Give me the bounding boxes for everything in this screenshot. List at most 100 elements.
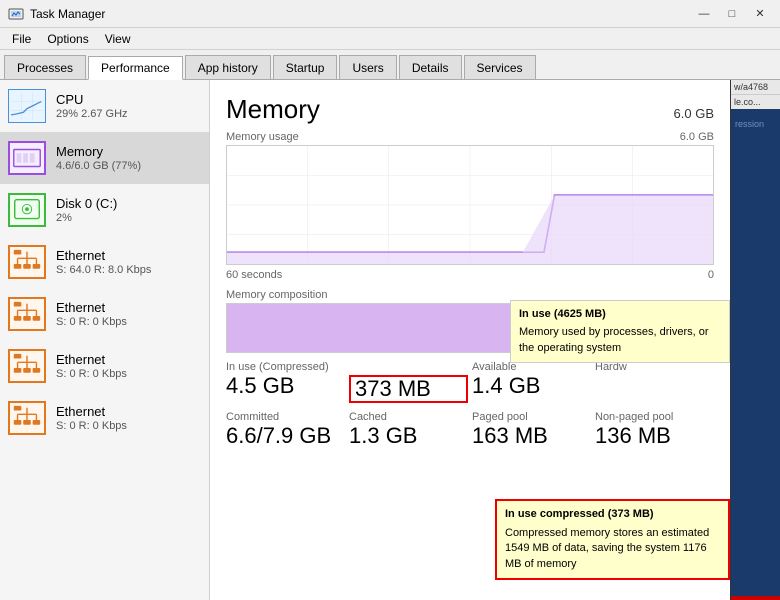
disk-sub: 2%: [56, 212, 201, 224]
red-accent: [731, 596, 780, 600]
sidebar-item-ethernet-2[interactable]: Ethernet S: 0 R: 0 Kbps: [0, 288, 209, 340]
stat-hardware: Hardw: [595, 361, 714, 403]
ethernet-4-name: Ethernet: [56, 404, 201, 419]
stat-paged-pool: Paged pool 163 MB: [472, 411, 591, 447]
in-use-value: 4.5 GB: [226, 375, 345, 397]
menu-options[interactable]: Options: [39, 30, 96, 48]
tooltip-compressed: In use compressed (373 MB) Compressed me…: [495, 499, 730, 580]
cpu-icon: [8, 89, 46, 123]
non-paged-pool-value: 136 MB: [595, 425, 714, 447]
browser-url-1: w/a4768: [731, 80, 780, 94]
committed-label: Committed: [226, 411, 345, 423]
compressed-label: [349, 361, 468, 373]
close-button[interactable]: ✕: [748, 5, 772, 23]
memory-icon: [8, 141, 46, 175]
sidebar-item-ethernet-4[interactable]: Ethernet S: 0 R: 0 Kbps: [0, 392, 209, 444]
ethernet-3-text: Ethernet S: 0 R: 0 Kbps: [56, 352, 201, 380]
tab-services[interactable]: Services: [464, 55, 536, 79]
ethernet-3-name: Ethernet: [56, 352, 201, 367]
non-paged-pool-label: Non-paged pool: [595, 411, 714, 423]
stat-available: Available 1.4 GB: [472, 361, 591, 403]
disk-name: Disk 0 (C:): [56, 196, 201, 211]
ethernet-3-icon: [8, 349, 46, 383]
disk-text: Disk 0 (C:) 2%: [56, 196, 201, 224]
content-header: Memory 6.0 GB: [226, 94, 714, 125]
sidebar: CPU 29% 2.67 GHz Memory 4.6/6.0 GB (77%): [0, 80, 210, 600]
sidebar-item-ethernet-1[interactable]: Ethernet S: 64.0 R: 8.0 Kbps: [0, 236, 209, 288]
stat-compressed: 373 MB: [349, 361, 468, 403]
chart-time-row: 60 seconds 0: [226, 269, 714, 281]
app-icon: [8, 6, 24, 22]
ethernet-1-name: Ethernet: [56, 248, 201, 263]
usage-chart-max: 6.0 GB: [680, 131, 714, 143]
tooltip-2-title: In use compressed (373 MB): [505, 507, 720, 522]
tooltip-in-use: In use (4625 MB) Memory used by processe…: [510, 300, 730, 363]
window-controls: — □ ✕: [692, 5, 772, 23]
browser-panel: w/a4768 le.co... ression: [730, 80, 780, 600]
in-use-label: In use (Compressed): [226, 361, 345, 373]
ethernet-2-text: Ethernet S: 0 R: 0 Kbps: [56, 300, 201, 328]
sidebar-item-ethernet-3[interactable]: Ethernet S: 0 R: 0 Kbps: [0, 340, 209, 392]
tab-app-history[interactable]: App history: [185, 55, 271, 79]
stat-non-paged-pool: Non-paged pool 136 MB: [595, 411, 714, 447]
paged-pool-value: 163 MB: [472, 425, 591, 447]
ethernet-1-sub: S: 64.0 R: 8.0 Kbps: [56, 264, 201, 276]
paged-pool-label: Paged pool: [472, 411, 591, 423]
stats-grid: In use (Compressed) 4.5 GB 373 MB Availa…: [226, 361, 714, 447]
tab-startup[interactable]: Startup: [273, 55, 338, 79]
memory-text: Memory 4.6/6.0 GB (77%): [56, 144, 201, 172]
ethernet-4-icon: [8, 401, 46, 435]
ethernet-4-sub: S: 0 R: 0 Kbps: [56, 420, 201, 432]
cpu-name: CPU: [56, 92, 201, 107]
ethernet-4-text: Ethernet S: 0 R: 0 Kbps: [56, 404, 201, 432]
available-value: 1.4 GB: [472, 375, 591, 397]
tooltip-2-body: Compressed memory stores an estimated 15…: [505, 526, 720, 572]
sidebar-item-cpu[interactable]: CPU 29% 2.67 GHz: [0, 80, 209, 132]
tab-performance[interactable]: Performance: [88, 56, 183, 80]
ethernet-1-text: Ethernet S: 64.0 R: 8.0 Kbps: [56, 248, 201, 276]
cpu-text: CPU 29% 2.67 GHz: [56, 92, 201, 120]
tab-processes[interactable]: Processes: [4, 55, 86, 79]
menu-file[interactable]: File: [4, 30, 39, 48]
stat-committed: Committed 6.6/7.9 GB: [226, 411, 345, 447]
cached-value: 1.3 GB: [349, 425, 468, 447]
content-area: Memory 6.0 GB Memory usage 6.0 GB: [210, 80, 730, 600]
ethernet-3-sub: S: 0 R: 0 Kbps: [56, 368, 201, 380]
time-end: 0: [708, 269, 714, 281]
memory-sub: 4.6/6.0 GB (77%): [56, 160, 201, 172]
ethernet-2-sub: S: 0 R: 0 Kbps: [56, 316, 201, 328]
total-ram: 6.0 GB: [674, 106, 714, 121]
tooltip-1-title: In use (4625 MB): [519, 307, 721, 322]
cached-label: Cached: [349, 411, 468, 423]
window-title: Task Manager: [30, 7, 692, 21]
ethernet-2-icon: [8, 297, 46, 331]
tab-users[interactable]: Users: [339, 55, 396, 79]
stat-in-use: In use (Compressed) 4.5 GB: [226, 361, 345, 403]
usage-chart-label-row: Memory usage 6.0 GB: [226, 131, 714, 143]
page-title: Memory: [226, 94, 320, 125]
memory-name: Memory: [56, 144, 201, 159]
tab-bar: Processes Performance App history Startu…: [0, 50, 780, 80]
sidebar-item-memory[interactable]: Memory 4.6/6.0 GB (77%): [0, 132, 209, 184]
ethernet-1-icon: [8, 245, 46, 279]
time-start: 60 seconds: [226, 269, 282, 281]
main-container: CPU 29% 2.67 GHz Memory 4.6/6.0 GB (77%): [0, 80, 780, 600]
browser-text-1: ression: [735, 117, 776, 131]
sidebar-item-disk[interactable]: Disk 0 (C:) 2%: [0, 184, 209, 236]
tab-details[interactable]: Details: [399, 55, 462, 79]
title-bar: Task Manager — □ ✕: [0, 0, 780, 28]
maximize-button[interactable]: □: [720, 5, 744, 23]
browser-url-2: le.co...: [731, 94, 780, 109]
memory-usage-chart: [226, 145, 714, 265]
usage-chart-label: Memory usage: [226, 131, 299, 143]
compressed-value: 373 MB: [349, 375, 468, 403]
menu-view[interactable]: View: [97, 30, 139, 48]
stat-cached: Cached 1.3 GB: [349, 411, 468, 447]
tooltip-1-body: Memory used by processes, drivers, or th…: [519, 325, 721, 356]
minimize-button[interactable]: —: [692, 5, 716, 23]
menu-bar: File Options View: [0, 28, 780, 50]
committed-value: 6.6/7.9 GB: [226, 425, 345, 447]
disk-icon: [8, 193, 46, 227]
ethernet-2-name: Ethernet: [56, 300, 201, 315]
cpu-sub: 29% 2.67 GHz: [56, 108, 201, 120]
